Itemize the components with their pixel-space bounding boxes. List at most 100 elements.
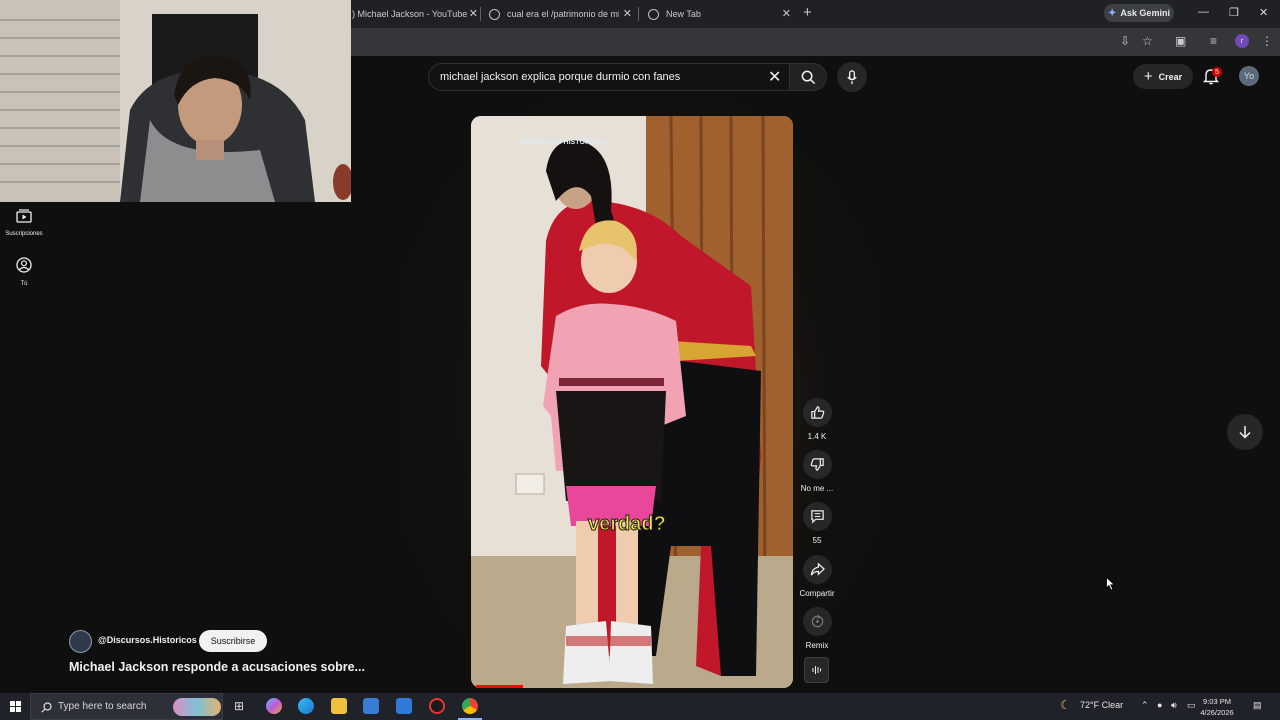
google-icon [489, 8, 500, 20]
tab-title: New Tab [666, 9, 701, 19]
bookmark-star-icon[interactable]: ☆ [1142, 34, 1153, 48]
network-icon[interactable]: ▭ [1187, 700, 1196, 711]
subscriptions-icon [16, 209, 32, 223]
install-app-icon[interactable]: ⇩ [1120, 34, 1130, 48]
more-menu-icon[interactable]: ⋮ [1261, 34, 1273, 48]
sidebar-item-subscriptions[interactable]: Suscripciones [0, 208, 48, 237]
cast-icon[interactable]: ▣ [1175, 34, 1186, 48]
clock-time: 9:03 PM [1203, 697, 1231, 706]
video-caption: verdad? [588, 513, 667, 536]
channel-handle[interactable]: @Discursos.Historicos [98, 635, 197, 645]
close-icon[interactable]: ✕ [782, 7, 791, 20]
search-input[interactable]: michael jackson explica porque durmio co… [428, 63, 790, 91]
microphone-tray-icon[interactable]: ● [1157, 700, 1162, 710]
search-icon [41, 702, 52, 713]
windows-start-icon[interactable] [10, 701, 21, 712]
search-icon [801, 70, 815, 84]
tab-title: cual era el /patrimonio de mich [507, 9, 619, 19]
window-close-icon[interactable]: ✕ [1259, 6, 1268, 19]
gemini-spark-icon: ✦ [1108, 7, 1117, 19]
share-button[interactable]: Compartir [799, 555, 835, 598]
sidebar-item-you[interactable]: Tú [0, 257, 48, 287]
tab-divider [480, 7, 481, 21]
file-explorer-icon[interactable] [331, 698, 347, 714]
taskbar-search-placeholder: Type here to search [58, 701, 147, 712]
reading-list-icon[interactable]: ≡ [1210, 34, 1217, 48]
ask-gemini-button[interactable]: ✦ Ask Gemini [1104, 4, 1174, 22]
video-frame-image [471, 116, 793, 688]
voice-search-button[interactable] [837, 62, 867, 92]
clock-date: 4/26/2026 [1200, 708, 1234, 717]
webcam-feed-image [0, 0, 351, 202]
like-button[interactable]: 1.4 K [799, 398, 835, 441]
plus-icon: + [1143, 68, 1153, 85]
thumbs-up-icon [810, 406, 824, 419]
avatar[interactable]: Yo [1239, 66, 1259, 86]
remix-button[interactable]: Remix [799, 607, 835, 650]
comments-count: 55 [812, 536, 822, 545]
search-query: michael jackson explica porque durmio co… [440, 71, 681, 83]
copilot-icon[interactable] [266, 698, 282, 714]
browser-profile-icon[interactable]: r [1235, 34, 1249, 48]
tab-youtube[interactable]: ) Michael Jackson - YouTube ✕ [352, 2, 478, 26]
video-progress-bar[interactable] [476, 685, 523, 688]
new-tab-plus-icon[interactable]: + [803, 4, 812, 21]
create-button[interactable]: + Crear [1133, 64, 1193, 89]
ask-gemini-label: Ask Gemini [1120, 8, 1170, 18]
taskbar-clock[interactable]: 9:03 PM 4/26/2026 [1198, 696, 1236, 718]
remix-label: Remix [805, 641, 829, 650]
you-icon [16, 257, 32, 273]
comments-button[interactable]: 55 [799, 502, 835, 545]
dislike-label: No me ... [800, 484, 834, 493]
tab-title: ) Michael Jackson - YouTube [352, 9, 468, 19]
tab-google-search[interactable]: cual era el /patrimonio de mich ✕ [489, 2, 632, 26]
video-watermark: DISCURSOS HISTÓRICOS [520, 139, 608, 146]
close-icon[interactable]: ✕ [469, 7, 478, 20]
outlook-icon[interactable] [396, 698, 412, 714]
edge-icon[interactable] [298, 698, 314, 714]
arrow-down-icon [1239, 426, 1251, 439]
dislike-button[interactable]: No me ... [799, 450, 835, 493]
close-icon[interactable]: ✕ [623, 7, 632, 20]
task-view-icon[interactable]: ⊞ [234, 699, 244, 713]
share-icon [810, 562, 825, 576]
screen: { "browser": { "tabs": [ {"title": ") Mi… [0, 0, 1280, 720]
create-label: Crear [1158, 71, 1183, 82]
windows-taskbar: Type here to search ⊞ ☾ 72°F Clear ⌃ ● 🔊… [0, 693, 1280, 720]
tab-divider [638, 7, 639, 21]
weather-text[interactable]: 72°F Clear [1080, 700, 1123, 710]
sidebar-item-label: Suscripciones [5, 231, 43, 237]
chrome-icon[interactable] [462, 698, 478, 714]
share-label: Compartir [799, 589, 835, 598]
thumbs-down-icon [810, 458, 824, 471]
subscribe-button[interactable]: Suscribirse [199, 630, 267, 652]
webcam-overlay [0, 0, 351, 202]
notification-badge: 5 [1212, 67, 1222, 77]
mouse-cursor-icon [1106, 577, 1116, 591]
globe-icon [648, 8, 659, 20]
microphone-icon [847, 69, 857, 84]
app-icon[interactable] [429, 698, 445, 714]
video-title[interactable]: Michael Jackson responde a acusaciones s… [69, 660, 365, 674]
sidebar-item-label: Tú [20, 281, 28, 287]
clear-search-icon[interactable]: ✕ [768, 67, 781, 87]
channel-avatar[interactable] [69, 630, 92, 653]
remix-icon [811, 614, 823, 628]
weather-moon-icon: ☾ [1060, 698, 1071, 712]
restore-icon[interactable]: ❐ [1229, 6, 1239, 19]
audio-waveform-icon [812, 666, 821, 674]
search-button[interactable] [789, 63, 827, 91]
notification-center-icon[interactable]: ▤ [1253, 700, 1262, 711]
search-highlight-image [173, 698, 221, 716]
comment-icon [810, 510, 824, 524]
sound-button[interactable] [804, 657, 829, 683]
volume-icon[interactable]: 🔊︎ [1171, 700, 1177, 711]
taskbar-search-input[interactable]: Type here to search [30, 693, 223, 720]
minimize-icon[interactable]: — [1198, 6, 1209, 18]
video-player[interactable] [471, 116, 793, 688]
tab-new-tab[interactable]: New Tab ✕ [648, 2, 791, 26]
store-icon[interactable] [363, 698, 379, 714]
show-hidden-icons-icon[interactable]: ⌃ [1141, 700, 1149, 711]
like-count: 1.4 K [807, 432, 827, 441]
next-video-button[interactable] [1227, 414, 1263, 450]
